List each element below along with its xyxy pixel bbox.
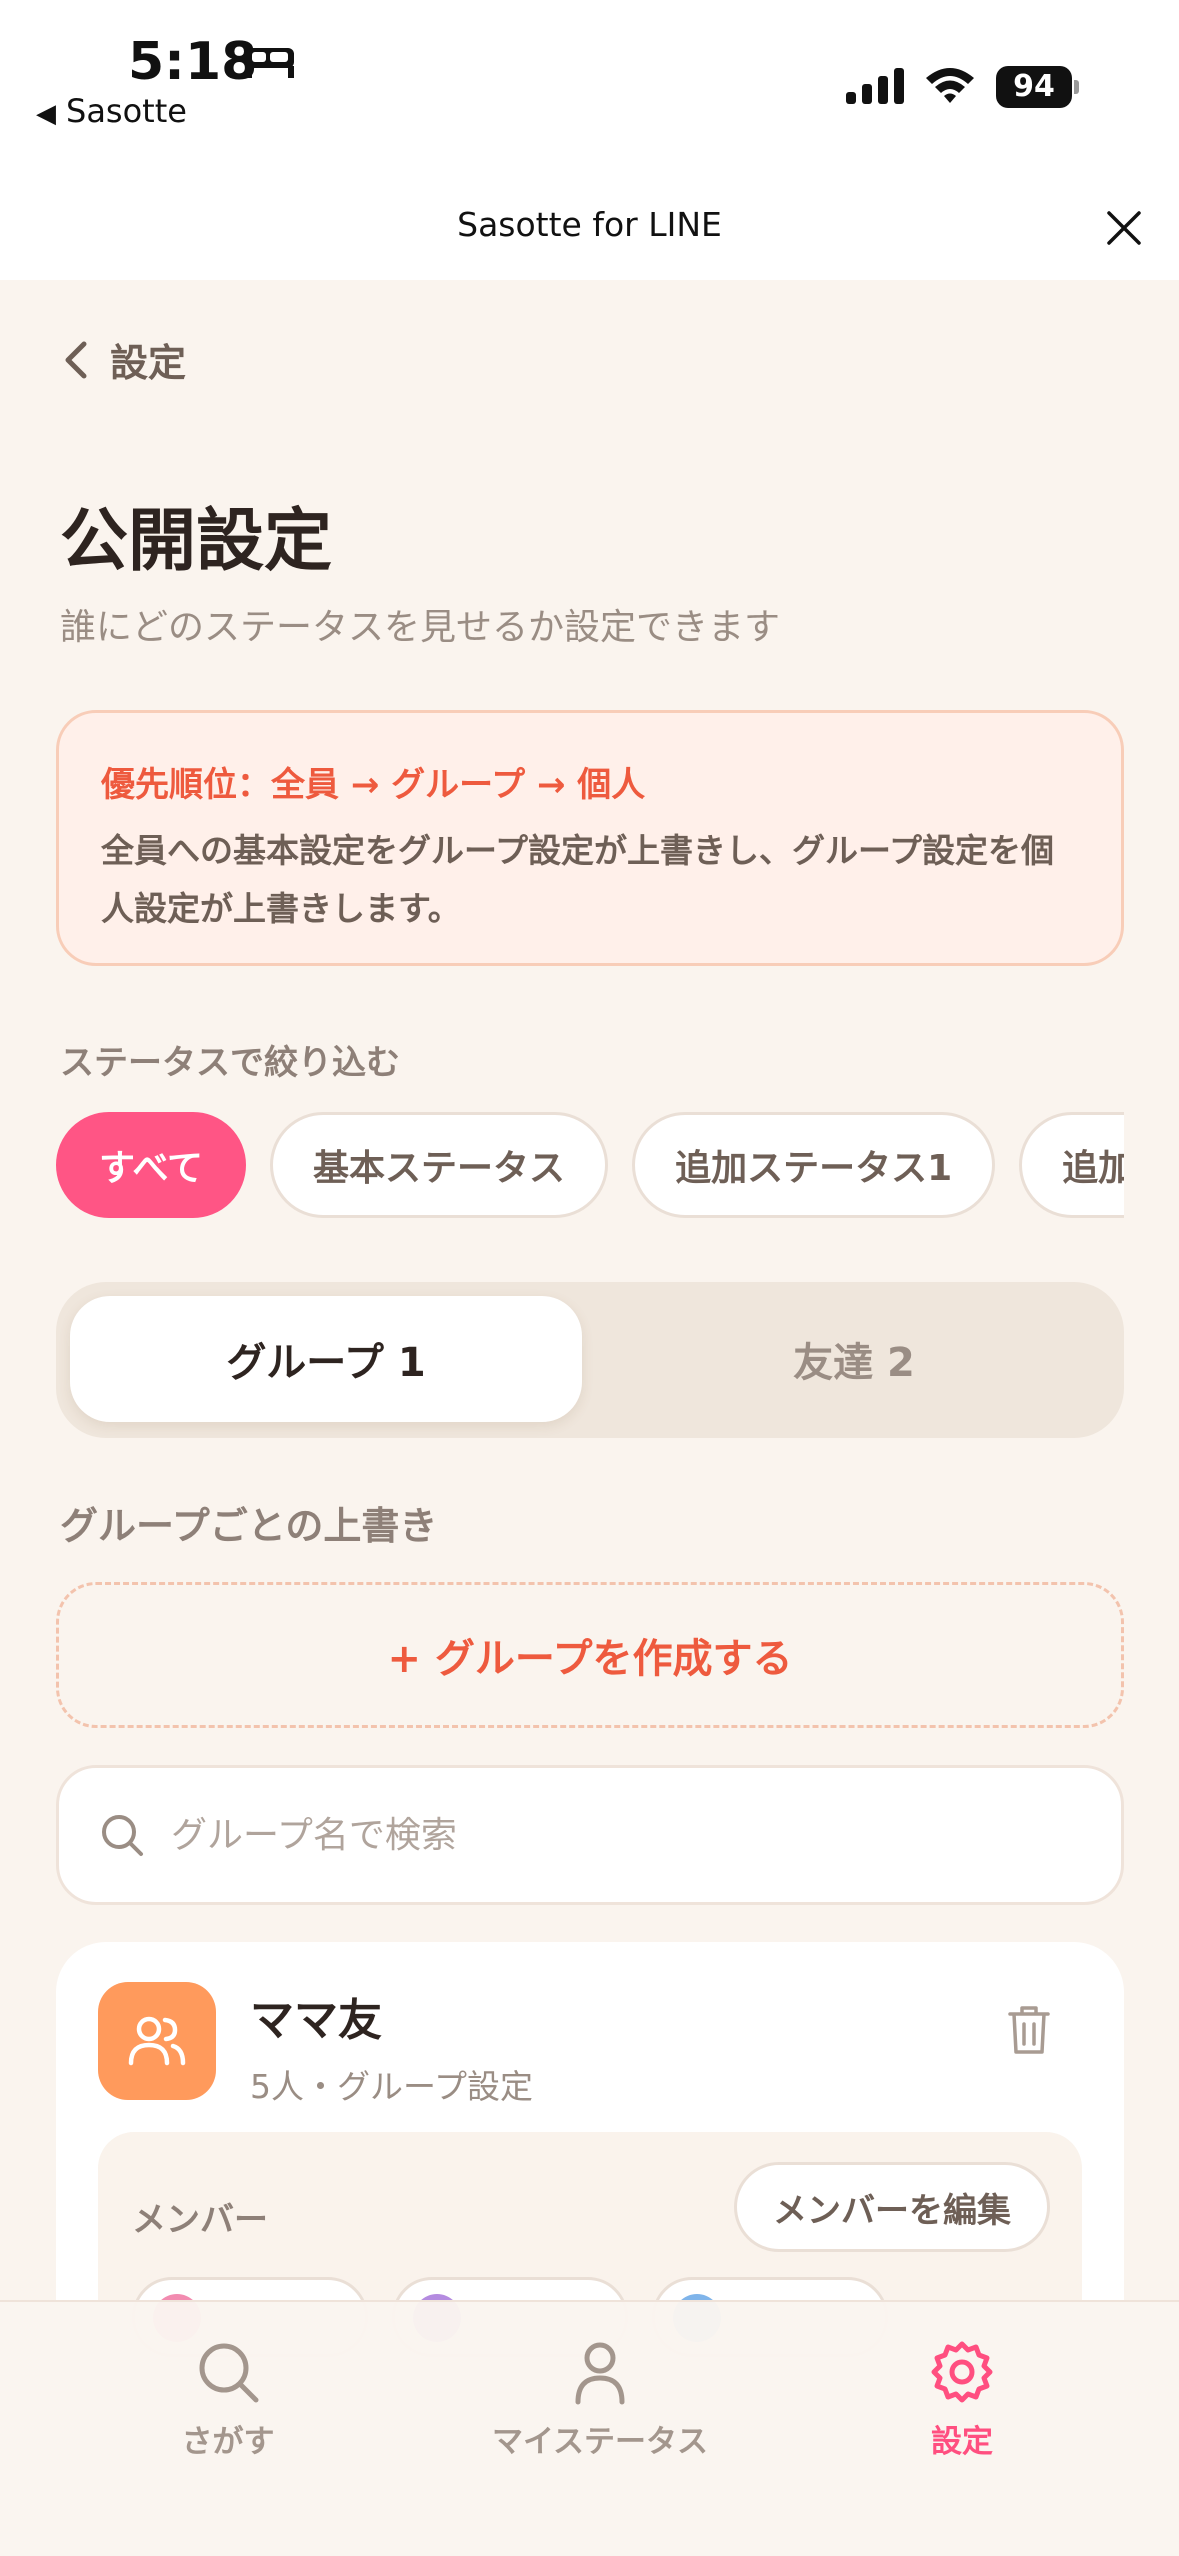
page-title: 公開設定 <box>60 502 333 581</box>
status-bar: 5:18 ◀ Sasotte 94 <box>0 0 1179 175</box>
create-group-button[interactable]: + グループを作成する <box>56 1582 1124 1728</box>
notice-heading: 優先順位：全員 → グループ → 個人 <box>101 765 646 805</box>
notice-body: 全員への基本設定をグループ設定が上書きし、グループ設定を個人設定が上書きします。 <box>101 831 1055 928</box>
priority-notice: 優先順位：全員 → グループ → 個人 全員への基本設定をグループ設定が上書きし… <box>56 710 1124 966</box>
wifi-icon <box>926 68 974 103</box>
search-icon <box>102 1815 143 1856</box>
filter-chip-all[interactable]: すべて <box>56 1112 247 1218</box>
nav-item-settings[interactable]: 設定 <box>812 2338 1112 2461</box>
back-label: 設定 <box>110 341 187 385</box>
back-to-settings-button[interactable]: 設定 <box>60 332 186 387</box>
group-meta: 5人・グループ設定 <box>250 2067 534 2106</box>
audience-segmented-control: グループ 1 友達 2 <box>56 1282 1124 1438</box>
battery-cap <box>1074 80 1079 94</box>
filter-chip-additional-2[interactable]: 追加 <box>1019 1112 1124 1218</box>
edit-members-button[interactable]: メンバーを編集 <box>734 2162 1050 2252</box>
battery-level: 94 <box>996 66 1072 108</box>
nav-item-search[interactable]: さがす <box>78 2338 378 2461</box>
people-icon <box>128 2016 186 2066</box>
page-subtitle: 誰にどのステータスを見せるか設定できます <box>60 607 781 648</box>
member-label: メンバー <box>132 2200 268 2240</box>
back-triangle-icon: ◀ <box>36 99 56 129</box>
status-time: 5:18 <box>128 32 258 92</box>
status-filter-chips: すべて 基本ステータス 追加ステータス1 追加 <box>56 1112 1124 1224</box>
group-search-input[interactable] <box>171 1814 1051 1856</box>
group-name: ママ友 <box>250 1995 382 2046</box>
bottom-tab-bar: さがす マイステータス 設定 <box>0 2300 1179 2556</box>
nav-item-my-status[interactable]: マイステータス <box>450 2338 750 2461</box>
nav-label-search: さがす <box>181 2424 275 2460</box>
battery-indicator: 94 <box>996 66 1080 108</box>
back-app-label: Sasotte <box>66 92 187 130</box>
cellular-signal-icon <box>846 68 904 104</box>
back-to-app-link[interactable]: ◀ Sasotte <box>36 92 187 130</box>
filter-chip-basic[interactable]: 基本ステータス <box>270 1112 609 1218</box>
group-search-box <box>56 1765 1124 1905</box>
tab-groups[interactable]: グループ 1 <box>70 1296 582 1422</box>
chevron-left-icon <box>65 341 87 378</box>
nav-label-my-status: マイステータス <box>491 2424 709 2460</box>
tab-friends[interactable]: 友達 2 <box>598 1296 1110 1422</box>
close-icon[interactable] <box>1106 210 1142 246</box>
group-override-label: グループごとの上書き <box>60 1504 438 1548</box>
main-content: 設定 公開設定 誰にどのステータスを見せるか設定できます 優先順位：全員 → グ… <box>0 280 1179 2422</box>
search-icon <box>199 2343 259 2403</box>
filter-label: ステータスで絞り込む <box>60 1043 400 1083</box>
filter-chip-additional-1[interactable]: 追加ステータス1 <box>632 1112 996 1218</box>
app-title: Sasotte for LINE <box>457 205 722 244</box>
sleep-focus-icon <box>246 48 294 78</box>
gear-icon <box>931 2341 993 2403</box>
trash-icon[interactable] <box>1006 2004 1052 2056</box>
nav-label-settings: 設定 <box>931 2424 993 2460</box>
person-icon <box>575 2342 625 2405</box>
app-title-bar: Sasotte for LINE <box>0 175 1179 280</box>
group-avatar <box>98 1982 216 2100</box>
